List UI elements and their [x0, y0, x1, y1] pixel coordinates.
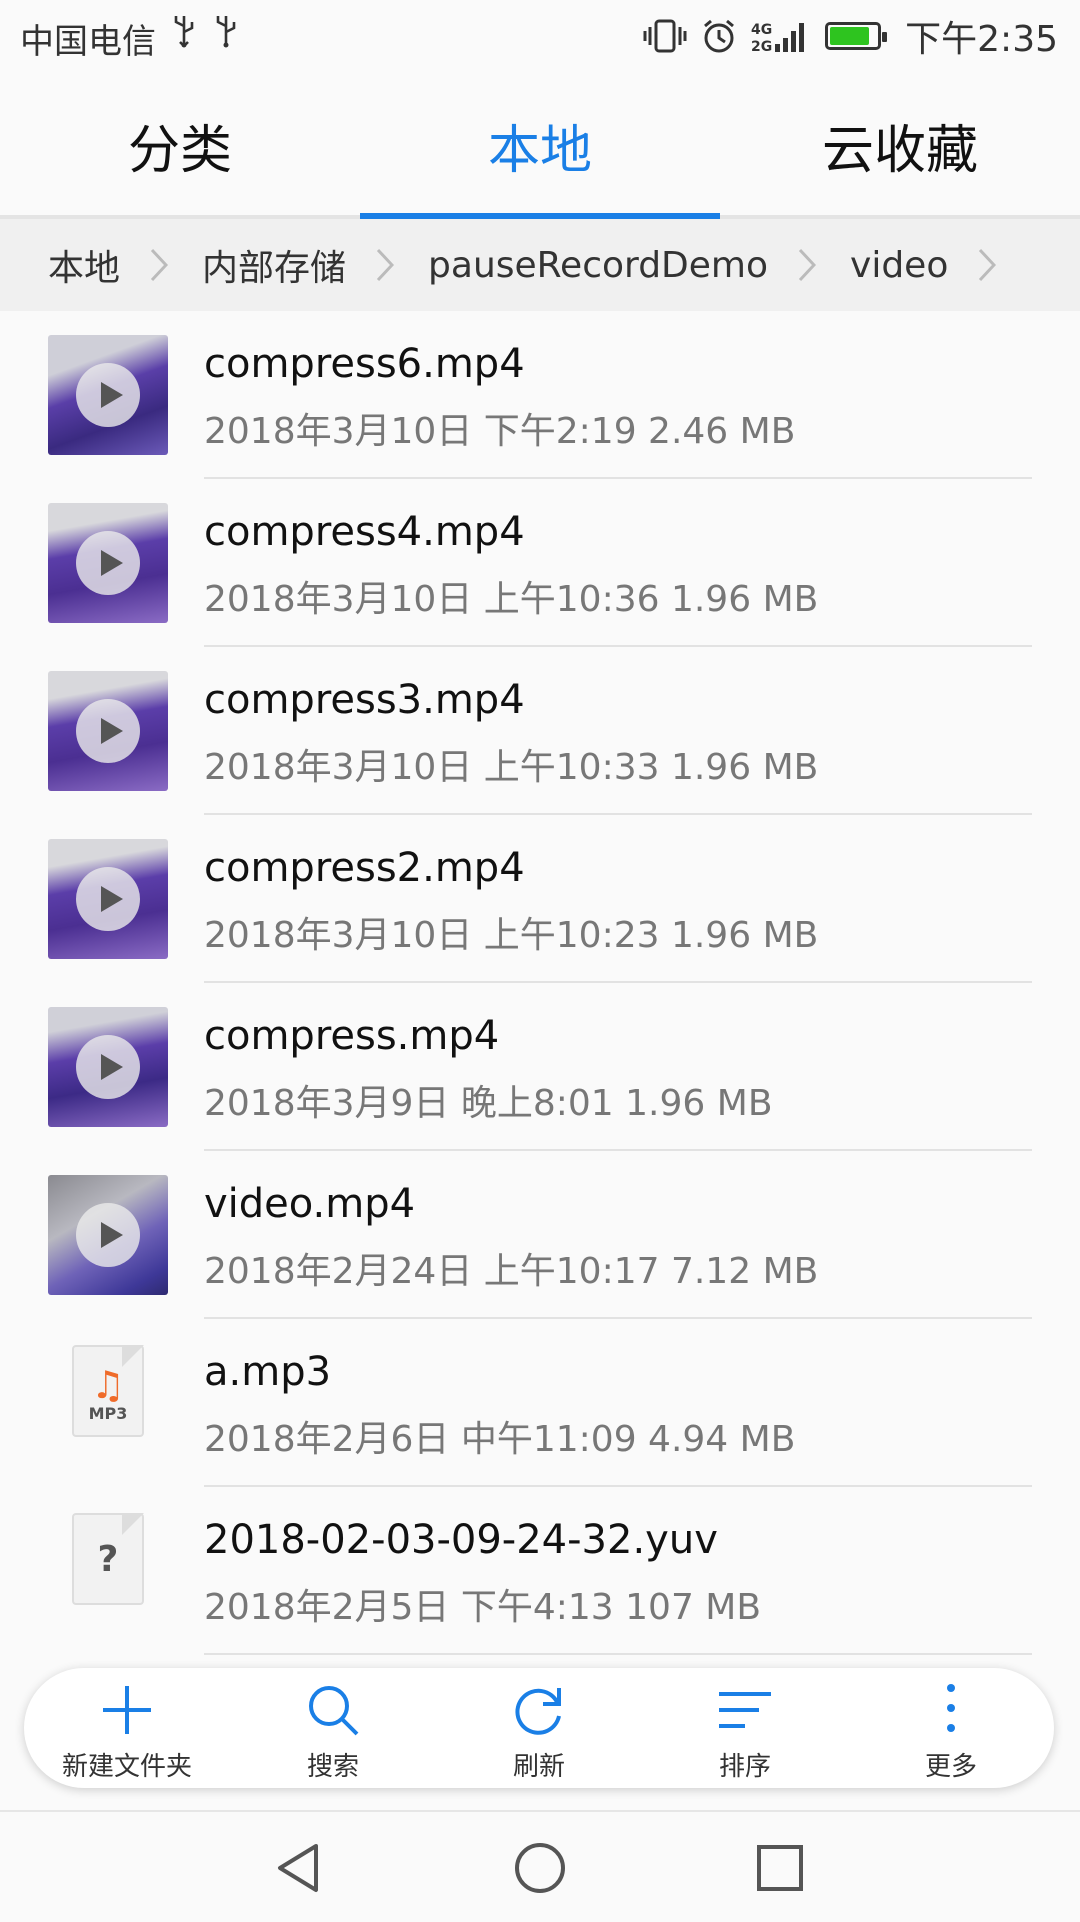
list-item[interactable]: compress2.mp4 2018年3月10日 上午10:23 1.96 MB [0, 815, 1080, 983]
battery-icon [825, 22, 888, 50]
status-time: 下午2:35 [905, 19, 1058, 60]
bottom-action-bar: 新建文件夹 搜索 刷新 排序 更多 [24, 1668, 1054, 1788]
action-label: 排序 [718, 1752, 771, 1782]
home-icon[interactable] [512, 1840, 568, 1896]
chevron-right-icon [150, 248, 169, 282]
video-thumbnail [48, 1007, 168, 1127]
breadcrumb-item[interactable]: 本地 [48, 239, 202, 291]
file-name: compress2.mp4 [204, 845, 525, 891]
sort-button[interactable]: 排序 [642, 1668, 848, 1788]
signal-4g-icon: 4G 2G [751, 22, 805, 54]
breadcrumb-label: pauseRecordDemo [428, 244, 769, 286]
svg-text:4G: 4G [751, 22, 772, 38]
file-name: a.mp3 [204, 1349, 332, 1395]
play-icon [76, 699, 140, 763]
chevron-right-icon [798, 248, 817, 282]
file-meta: 2018年3月10日 上午10:33 1.96 MB [204, 747, 819, 788]
breadcrumb-label: 内部存储 [202, 248, 347, 289]
breadcrumb-item[interactable]: video [850, 245, 1030, 286]
tab-local[interactable]: 本地 [360, 75, 720, 219]
file-list: compress6.mp4 2018年3月10日 下午2:19 2.46 MB … [0, 311, 1080, 1655]
more-icon [947, 1684, 955, 1732]
play-icon [76, 363, 140, 427]
chevron-right-icon [979, 248, 997, 282]
usb-icon [216, 16, 236, 48]
file-name: compress3.mp4 [204, 677, 525, 723]
tab-category[interactable]: 分类 [0, 75, 360, 215]
list-item[interactable]: compress6.mp4 2018年3月10日 下午2:19 2.46 MB [0, 311, 1080, 479]
carrier-label: 中国电信 [20, 22, 156, 62]
unknown-file-icon: ? [72, 1513, 144, 1605]
video-thumbnail [48, 1175, 168, 1295]
file-meta: 2018年2月6日 中午11:09 4.94 MB [204, 1419, 796, 1460]
recents-icon[interactable] [752, 1840, 808, 1896]
action-label: 新建文件夹 [61, 1752, 192, 1782]
list-item[interactable]: video.mp4 2018年2月24日 上午10:17 7.12 MB [0, 1151, 1080, 1319]
video-thumbnail [48, 335, 168, 455]
unknown-glyph: ? [97, 1539, 119, 1580]
file-name: 2018-02-03-09-24-32.yuv [204, 1517, 718, 1563]
usb-icon [174, 16, 194, 48]
breadcrumb: 本地 内部存储 pauseRecordDemo video [0, 219, 1080, 311]
list-item[interactable]: ? 2018-02-03-09-24-32.yuv 2018年2月5日 下午4:… [0, 1487, 1080, 1655]
video-thumbnail [48, 839, 168, 959]
file-name: compress.mp4 [204, 1013, 500, 1059]
back-icon[interactable] [272, 1840, 328, 1896]
vibrate-icon [643, 19, 687, 53]
file-type-tag: MP3 [88, 1404, 128, 1423]
breadcrumb-label: 本地 [48, 248, 121, 289]
system-nav-bar [0, 1810, 1080, 1922]
refresh-icon [515, 1688, 561, 1735]
play-icon [76, 1035, 140, 1099]
new-folder-button[interactable]: 新建文件夹 [24, 1668, 230, 1788]
search-icon [309, 1686, 359, 1736]
file-name: video.mp4 [204, 1181, 416, 1227]
list-item[interactable]: ♫ MP3 a.mp3 2018年2月6日 中午11:09 4.94 MB [0, 1319, 1080, 1487]
search-button[interactable]: 搜索 [230, 1668, 436, 1788]
divider [204, 1653, 1032, 1655]
list-item[interactable]: compress.mp4 2018年3月9日 晚上8:01 1.96 MB [0, 983, 1080, 1151]
file-meta: 2018年3月10日 上午10:36 1.96 MB [204, 579, 819, 620]
video-thumbnail [48, 671, 168, 791]
breadcrumb-item[interactable]: 内部存储 [202, 239, 428, 291]
list-item[interactable]: compress3.mp4 2018年3月10日 上午10:33 1.96 MB [0, 647, 1080, 815]
plus-icon [103, 1686, 151, 1734]
file-meta: 2018年2月24日 上午10:17 7.12 MB [204, 1251, 819, 1292]
audio-file-icon: ♫ MP3 [72, 1345, 144, 1437]
play-icon [76, 531, 140, 595]
video-thumbnail [48, 503, 168, 623]
sort-icon [719, 1692, 771, 1728]
more-button[interactable]: 更多 [848, 1668, 1054, 1788]
file-meta: 2018年3月9日 晚上8:01 1.96 MB [204, 1083, 773, 1124]
chevron-right-icon [376, 248, 395, 282]
battery-fill [830, 27, 869, 45]
breadcrumb-label: video [850, 244, 949, 286]
file-name: compress4.mp4 [204, 509, 525, 555]
action-label: 更多 [924, 1752, 977, 1782]
refresh-button[interactable]: 刷新 [436, 1668, 642, 1788]
play-icon [76, 1203, 140, 1267]
action-label: 搜索 [306, 1752, 359, 1782]
file-meta: 2018年3月10日 上午10:23 1.96 MB [204, 915, 819, 956]
tab-cloud-favorites[interactable]: 云收藏 [720, 75, 1080, 215]
play-icon [76, 867, 140, 931]
file-meta: 2018年2月5日 下午4:13 107 MB [204, 1587, 762, 1628]
breadcrumb-item[interactable]: pauseRecordDemo [428, 245, 850, 286]
tab-bar: 分类 本地 云收藏 [0, 75, 1080, 219]
list-item[interactable]: compress4.mp4 2018年3月10日 上午10:36 1.96 MB [0, 479, 1080, 647]
status-bar: 中国电信 4G 2G 下午2:35 [0, 0, 1080, 75]
action-label: 刷新 [512, 1752, 565, 1782]
file-name: compress6.mp4 [204, 341, 525, 387]
svg-text:2G: 2G [751, 39, 772, 54]
alarm-icon [704, 19, 735, 53]
file-meta: 2018年3月10日 下午2:19 2.46 MB [204, 411, 796, 452]
